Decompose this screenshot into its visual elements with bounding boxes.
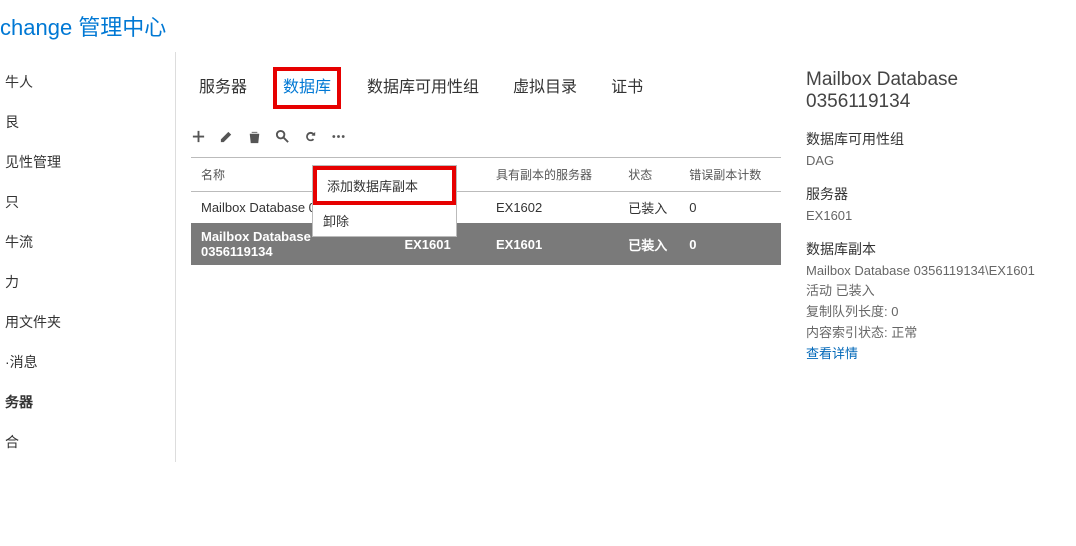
edit-icon[interactable] <box>219 129 234 147</box>
tab[interactable]: 服务器 <box>191 69 255 101</box>
context-menu: 添加数据库副本卸除 <box>312 165 457 237</box>
sidebar-item[interactable]: 见性管理 <box>0 142 175 182</box>
copy-value-1: Mailbox Database 0356119134\EX1601 <box>806 263 1061 278</box>
copy-label: 数据库副本 <box>806 239 1061 259</box>
page-title: change 管理中心 <box>0 15 166 40</box>
copy-value-4: 内容索引状态: 正常 <box>806 322 1061 341</box>
toolbar <box>191 129 791 147</box>
copy-value-3: 复制队列长度: 0 <box>806 301 1061 320</box>
refresh-icon[interactable] <box>303 129 318 147</box>
dag-value: DAG <box>806 153 1061 168</box>
menu-item[interactable]: 添加数据库副本 <box>313 166 456 205</box>
sidebar-item[interactable]: 用文件夹 <box>0 302 175 342</box>
sidebar-item[interactable]: ·消息 <box>0 342 175 382</box>
sidebar-item[interactable]: 牛人 <box>0 62 175 102</box>
sidebar-item[interactable]: 务器 <box>0 382 175 422</box>
search-icon[interactable] <box>275 129 290 147</box>
database-table: 名称具有副本的服务器状态错误副本计数 Mailbox Database 009E… <box>191 157 781 265</box>
column-header[interactable]: 状态 <box>618 158 679 192</box>
copy-value-2: 活动 已装入 <box>806 280 1061 299</box>
table-cell: 0 <box>679 223 781 265</box>
sidebar: 牛人艮见性管理只牛流力用文件夹·消息务器合 <box>0 52 176 462</box>
tab[interactable]: 数据库 <box>273 67 341 109</box>
dag-label: 数据库可用性组 <box>806 129 1061 149</box>
delete-icon[interactable] <box>247 129 262 147</box>
sidebar-item[interactable]: 牛流 <box>0 222 175 262</box>
details-pane: Mailbox Database 0356119134 数据库可用性组 DAG … <box>791 62 1061 462</box>
tab[interactable]: 证书 <box>603 69 651 101</box>
details-title: Mailbox Database 0356119134 <box>806 69 1061 113</box>
sidebar-item[interactable]: 力 <box>0 262 175 302</box>
server-label: 服务器 <box>806 184 1061 204</box>
server-value: EX1601 <box>806 208 1061 223</box>
table-row[interactable]: Mailbox Database 009EX1602已装入0 <box>191 192 781 224</box>
table-row[interactable]: Mailbox Database 0356119134EX1601EX1601已… <box>191 223 781 265</box>
table-cell: EX1602 <box>486 192 618 224</box>
sidebar-item[interactable]: 艮 <box>0 102 175 142</box>
column-header[interactable]: 错误副本计数 <box>679 158 781 192</box>
tabs: 服务器数据库数据库可用性组虚拟目录证书 <box>191 67 791 109</box>
tab[interactable]: 虚拟目录 <box>505 69 585 101</box>
table-cell: EX1601 <box>486 223 618 265</box>
sidebar-item[interactable]: 只 <box>0 182 175 222</box>
tab[interactable]: 数据库可用性组 <box>359 69 487 101</box>
column-header[interactable]: 具有副本的服务器 <box>486 158 618 192</box>
more-icon[interactable] <box>331 129 346 147</box>
table-cell: 已装入 <box>618 192 679 224</box>
table-cell: 已装入 <box>618 223 679 265</box>
view-details-link[interactable]: 查看详情 <box>806 346 858 361</box>
menu-item[interactable]: 卸除 <box>313 205 456 236</box>
add-icon[interactable] <box>191 129 206 147</box>
sidebar-item[interactable]: 合 <box>0 422 175 462</box>
header: change 管理中心 <box>0 0 1076 52</box>
table-cell: 0 <box>679 192 781 224</box>
